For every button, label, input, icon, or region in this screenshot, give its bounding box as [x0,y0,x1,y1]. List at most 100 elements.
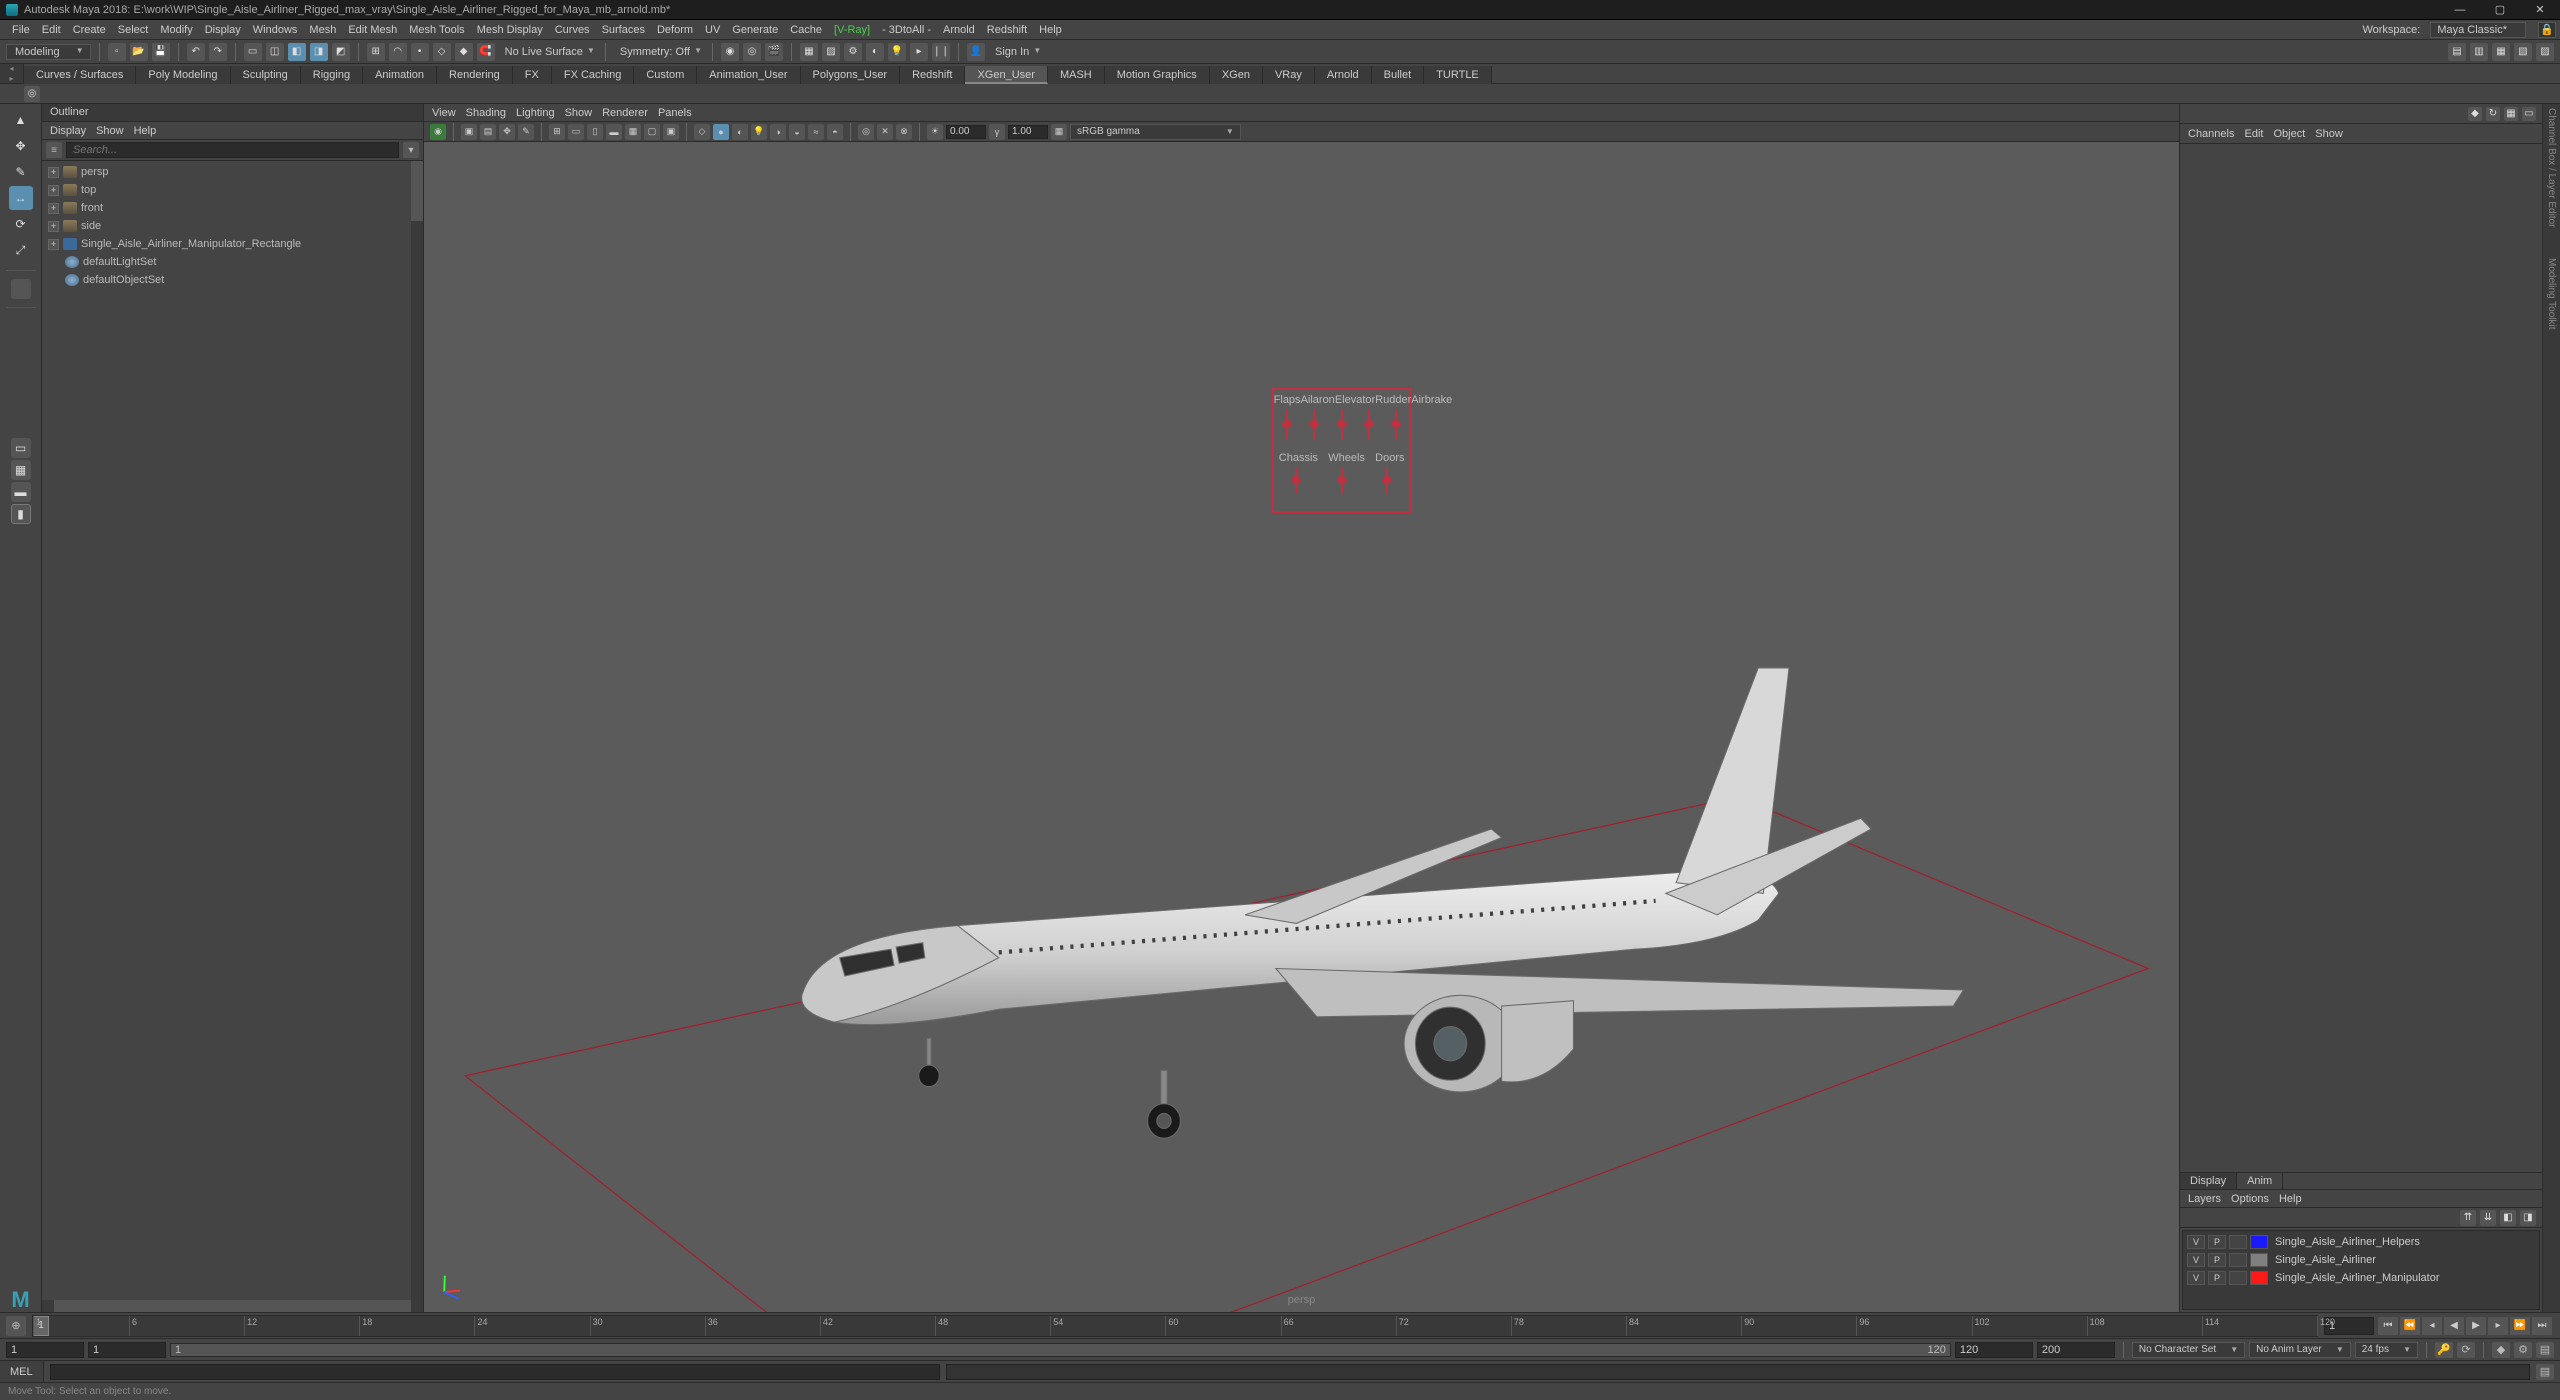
menu-modify[interactable]: Modify [154,22,198,38]
vp-menu-shading[interactable]: Shading [466,107,506,119]
layer-row[interactable]: VPSingle_Aisle_Airliner [2183,1251,2539,1269]
vp-xray-icon[interactable]: ✕ [877,124,893,140]
menu-uv[interactable]: UV [699,22,726,38]
sequence-icon[interactable]: ❘❘ [932,43,950,61]
outliner-item[interactable]: +front [42,199,423,217]
light-icon[interactable]: 💡 [888,43,906,61]
rig-slider[interactable] [1341,410,1343,440]
expand-icon[interactable]: + [48,239,59,250]
menu--3dtoall-[interactable]: - 3DtoAll - [876,22,937,38]
move-tool[interactable]: ↔ [9,186,33,210]
layer-row[interactable]: VPSingle_Aisle_Airliner_Helpers [2183,1233,2539,1251]
layer-move-down-icon[interactable]: ⇊ [2480,1210,2496,1226]
layout-single-icon[interactable]: ▭ [11,438,31,458]
command-history[interactable] [946,1364,2530,1380]
cb-tab-channels[interactable]: Channels [2188,128,2234,140]
layer-row[interactable]: VPSingle_Aisle_Airliner_Manipulator [2183,1269,2539,1287]
select-all-icon[interactable]: ◫ [266,43,284,61]
range-track[interactable]: 1 120 [170,1343,1951,1357]
rig-slider[interactable] [1313,410,1315,440]
shelf-tab-poly-modeling[interactable]: Poly Modeling [136,66,230,84]
toggle-panel2-icon[interactable]: ▧ [2514,43,2532,61]
outliner-menu-show[interactable]: Show [96,125,124,137]
redo-icon[interactable]: ↷ [209,43,227,61]
history-off-icon[interactable]: ◎ [743,43,761,61]
menu-surfaces[interactable]: Surfaces [596,22,651,38]
vp-grid-icon[interactable]: ⊞ [549,124,565,140]
shelf-tab-vray[interactable]: VRay [1263,66,1315,84]
play-back-button[interactable]: ◀ [2444,1317,2464,1335]
layer-color-swatch[interactable] [2250,1253,2268,1267]
toggle-modeling-toolkit-icon[interactable]: ▥ [2470,43,2488,61]
file-new-icon[interactable]: ▫ [108,43,126,61]
rig-slider[interactable] [1386,468,1388,494]
outliner-menu-help[interactable]: Help [134,125,157,137]
vp-exposure-icon[interactable]: ☀ [927,124,943,140]
outliner-menu-display[interactable]: Display [50,125,86,137]
outliner-hscroll[interactable] [42,1300,423,1312]
step-fwd-button[interactable]: ▸ [2488,1317,2508,1335]
prefs-icon[interactable]: ⚙ [2514,1342,2532,1358]
vp-image-plane-icon[interactable]: ▤ [480,124,496,140]
layer-visibility-toggle[interactable]: V [2187,1235,2205,1249]
shelf-tab-animation-user[interactable]: Animation_User [697,66,800,84]
timeslider-track[interactable]: 1 16121824303642485460667278849096102108… [32,1315,2318,1337]
range-start[interactable]: 1 [88,1342,166,1358]
snap-plane-icon[interactable]: ◇ [433,43,451,61]
cb-tab-show[interactable]: Show [2315,128,2343,140]
live-surface-dropdown[interactable]: No Live Surface [499,46,597,58]
menu-display[interactable]: Display [199,22,247,38]
vp-aa-icon[interactable]: ◓ [827,124,843,140]
snap-curve-icon[interactable]: ◠ [389,43,407,61]
last-tool[interactable] [11,279,31,299]
menu-edit[interactable]: Edit [36,22,67,38]
shelf-tab-rendering[interactable]: Rendering [437,66,513,84]
vp-gamma-icon[interactable]: γ [989,124,1005,140]
vp-safe-action-icon[interactable]: ▢ [644,124,660,140]
vp-ao-icon[interactable]: ◒ [789,124,805,140]
menu-create[interactable]: Create [67,22,112,38]
range-start-total[interactable]: 1 [6,1342,84,1358]
maya-logo-icon[interactable]: M [9,1288,33,1312]
shelf-tab-fx[interactable]: FX [513,66,552,84]
select-component-icon[interactable]: ◩ [332,43,350,61]
menu-arnold[interactable]: Arnold [937,22,981,38]
rig-panel[interactable]: Flaps Ailaron Elevator Rudder Airbrake C… [1272,388,1412,513]
layer-playback-toggle[interactable]: P [2208,1235,2226,1249]
viewport[interactable]: Flaps Ailaron Elevator Rudder Airbrake C… [424,142,2179,1312]
outliner-scrollbar[interactable] [411,161,423,1300]
menu-help[interactable]: Help [1033,22,1068,38]
range-thumb[interactable]: 1 120 [171,1344,1950,1356]
layer-color-swatch[interactable] [2250,1271,2268,1285]
vp-grease-icon[interactable]: ✎ [518,124,534,140]
panel-opt-icon[interactable]: ▭ [2522,107,2536,121]
shelf-tab-motion-graphics[interactable]: Motion Graphics [1105,66,1210,84]
menu-deform[interactable]: Deform [651,22,699,38]
auto-key-icon[interactable]: 🔑 [2435,1342,2453,1358]
lasso-tool[interactable]: ✥ [9,134,33,158]
loop-icon[interactable]: ⟳ [2457,1342,2475,1358]
step-back-button[interactable]: ◂ [2422,1317,2442,1335]
vp-shadows-icon[interactable]: ◑ [770,124,786,140]
file-open-icon[interactable]: 📂 [130,43,148,61]
lock-icon[interactable]: 🔒 [2538,22,2556,38]
outliner-item[interactable]: +top [42,181,423,199]
vp-use-lights-icon[interactable]: 💡 [751,124,767,140]
vp-res-gate-icon[interactable]: ▯ [587,124,603,140]
step-fwd-key-button[interactable]: ⏩ [2510,1317,2530,1335]
expand-icon[interactable]: + [48,221,59,232]
go-start-button[interactable]: ⏮ [2378,1317,2398,1335]
paint-select-tool[interactable]: ✎ [9,160,33,184]
menu--v-ray-[interactable]: [V-Ray] [828,22,876,38]
hypershade-icon[interactable]: ◐ [866,43,884,61]
layer-type-toggle[interactable] [2229,1253,2247,1267]
outliner-search-input[interactable] [66,142,399,158]
select-hierarchy-icon[interactable]: ◧ [288,43,306,61]
set-key-icon[interactable]: ◆ [2492,1342,2510,1358]
vp-isolate-icon[interactable]: ◎ [858,124,874,140]
make-live-icon[interactable]: 🧲 [477,43,495,61]
expand-icon[interactable]: + [48,167,59,178]
shelf-tab-arnold[interactable]: Arnold [1315,66,1372,84]
rig-slider[interactable] [1368,410,1370,440]
cb-tab-edit[interactable]: Edit [2244,128,2263,140]
